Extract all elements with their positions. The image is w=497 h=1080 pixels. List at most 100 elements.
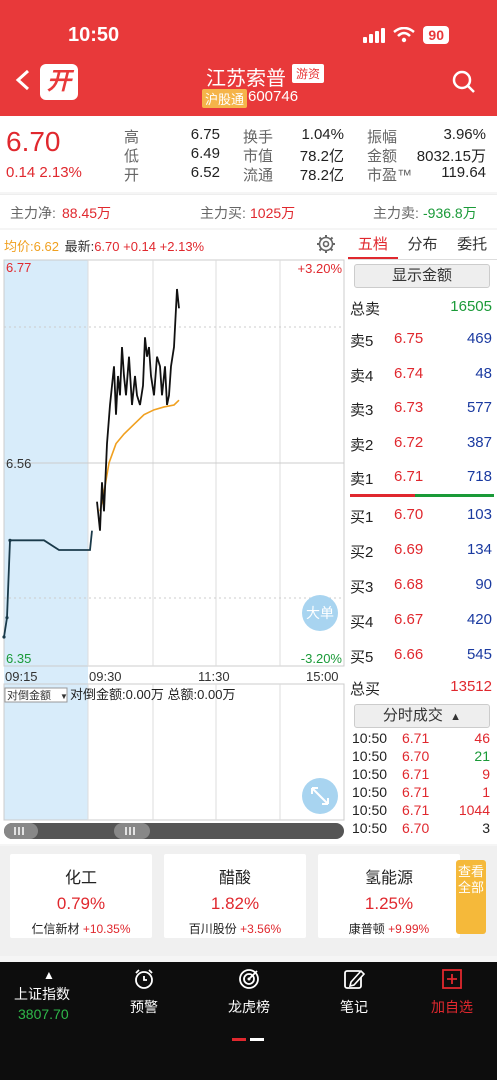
bid-label: 买4 [350, 614, 374, 631]
scrollbar-handle[interactable] [114, 823, 150, 839]
tick-row: 10:50 6.71 46 [350, 730, 494, 748]
show-amount-button[interactable]: 显示金额 [354, 264, 490, 288]
quote-panel: 6.70 0.14 2.13% 高 6.75 低 6.49 开 6.52 换手 … [0, 116, 497, 192]
x-tick-label: 15:00 [306, 669, 339, 684]
tick-volume: 21 [474, 748, 490, 764]
ask-price: 6.74 [394, 364, 424, 382]
price-chart[interactable]: 6.77 6.56 6.35 +3.20% -3.20% 09:15 09:30… [0, 230, 348, 844]
ask-row: 卖4 6.74 48 [350, 365, 494, 385]
tick-price: 6.71 [402, 802, 430, 818]
ask-row: 卖5 6.75 469 [350, 330, 494, 350]
tick-time: 10:50 [352, 748, 388, 764]
intraday-chart-panel[interactable]: 均价:6.62 最新:6.70 +0.14 +2.13% 6.77 6.56 6… [0, 230, 348, 844]
stat-label: 开 [124, 167, 140, 184]
main-buy-label: 主力买: [200, 205, 246, 221]
sector-card[interactable]: 氢能源 1.25% 康普顿 +9.99% [318, 854, 460, 938]
price-line [96, 288, 180, 531]
tab-five-level[interactable]: 五档 [348, 230, 398, 259]
see-all-button[interactable]: 查看全部 [456, 860, 486, 934]
tick-time: 10:50 [352, 820, 388, 836]
ask-row: 卖2 6.72 387 [350, 434, 494, 454]
index-name: 上证指数 [14, 986, 70, 1002]
sector-leader-pct: +10.35% [82, 922, 131, 936]
ask-price: 6.73 [394, 399, 424, 416]
nav-alert[interactable]: 预警 [124, 968, 164, 1017]
stat-label: 金额 [367, 148, 398, 165]
order-book-divider [350, 494, 494, 497]
battery-indicator: 90 [423, 26, 449, 44]
bid-price: 6.67 [394, 611, 424, 628]
net-flow-value: 88.45万 [62, 205, 112, 221]
scrollbar-handle-left[interactable] [4, 823, 38, 839]
sector-name: 化工 [64, 870, 97, 887]
search-icon[interactable] [452, 70, 476, 94]
big-order-label: 大单 [306, 605, 334, 621]
caret-up-icon: ▲ [447, 711, 462, 723]
nav-notes[interactable]: 笔记 [334, 968, 374, 1017]
order-book-panel: 五档 分布 委托 显示金额 总卖 16505 卖5 6.75 469 卖4 6.74 48… [348, 230, 497, 844]
top-header: 10:50 90 开 江苏索普 游资 沪股通 600746 [0, 0, 497, 116]
sector-leader-pct: +3.56% [240, 922, 282, 936]
signal-icon [363, 27, 386, 43]
x-tick-label: 09:15 [5, 669, 38, 684]
edit-icon [344, 969, 366, 989]
bid-volume: 90 [475, 576, 492, 593]
bid-volume: 545 [466, 646, 492, 663]
auction-point [2, 635, 6, 639]
sector-name: 氢能源 [364, 870, 413, 887]
status-icons: 90 [363, 26, 449, 44]
bid-volume: 134 [466, 541, 492, 558]
bid-volume: 420 [466, 611, 492, 628]
bid-price: 6.68 [394, 576, 424, 593]
avg-price-line [99, 399, 180, 512]
ask-price: 6.75 [394, 330, 424, 347]
index-value: 3807.70 [18, 1006, 69, 1022]
tick-row: 10:50 6.71 1044 [350, 802, 494, 820]
page-indicator [232, 1038, 266, 1042]
sub-indicator-values: 对倒金额:0.00万 总额:0.00万 [70, 687, 235, 702]
status-time: 10:50 [68, 24, 120, 46]
stat-label: 高 [124, 129, 140, 146]
tab-orders[interactable]: 委托 [447, 230, 497, 259]
ask-row: 卖3 6.73 577 [350, 399, 494, 419]
tick-volume: 9 [482, 766, 490, 782]
tick-time: 10:50 [352, 766, 388, 782]
time-scrollbar[interactable] [4, 823, 344, 839]
back-arrow-icon[interactable] [12, 68, 36, 92]
youzi-tag[interactable]: 游资 [292, 64, 325, 83]
tick-trades-label: 分时成交 [382, 707, 443, 724]
auction-point [8, 538, 12, 542]
index-widget[interactable]: ▲ 上证指数 3807.70 [14, 968, 78, 1022]
main-flow-bar[interactable]: 主力净: 88.45万 主力买: 1025万 主力卖: -936.8万 [0, 194, 497, 228]
dropdown-arrow-icon: ▼ [60, 692, 68, 701]
sector-card[interactable]: 醋酸 1.82% 百川股份 +3.56% [164, 854, 306, 938]
ask-label: 卖4 [350, 367, 374, 385]
sector-pct: 1.25% [364, 894, 414, 913]
stock-code: 600746 [248, 88, 299, 105]
stat-label: 市值 [243, 148, 274, 165]
tick-price: 6.71 [402, 766, 430, 782]
nav-dragon-tiger[interactable]: 龙虎榜 [222, 968, 276, 1017]
current-price: 6.70 [6, 126, 61, 157]
ask-price: 6.71 [394, 468, 424, 485]
stat-low: 6.49 [190, 145, 220, 162]
sector-card[interactable]: 化工 0.79% 仁信新材 +10.35% [10, 854, 152, 938]
pct-bottom-label: -3.20% [301, 651, 343, 666]
stat-open: 6.52 [190, 164, 220, 181]
tick-volume: 1 [482, 784, 490, 800]
stat-label: 换手 [243, 129, 274, 146]
sector-name: 醋酸 [218, 870, 251, 887]
tab-distribution[interactable]: 分布 [398, 230, 448, 259]
sector-pct: 0.79% [56, 894, 106, 913]
tick-trades-button[interactable]: 分时成交 ▲ [354, 704, 490, 728]
bid-price: 6.66 [394, 646, 424, 663]
tick-price: 6.70 [402, 748, 430, 764]
net-flow-label: 主力净: [10, 205, 56, 221]
x-tick-label: 11:30 [198, 669, 230, 684]
nav-add-watchlist[interactable]: 加自选 [428, 968, 476, 1017]
ask-label: 卖3 [350, 402, 374, 419]
stat-amplitude: 3.96% [443, 126, 486, 143]
bid-row: 买3 6.68 90 [350, 576, 494, 596]
app-logo[interactable]: 开 [40, 64, 78, 100]
bid-label: 买2 [350, 544, 374, 561]
